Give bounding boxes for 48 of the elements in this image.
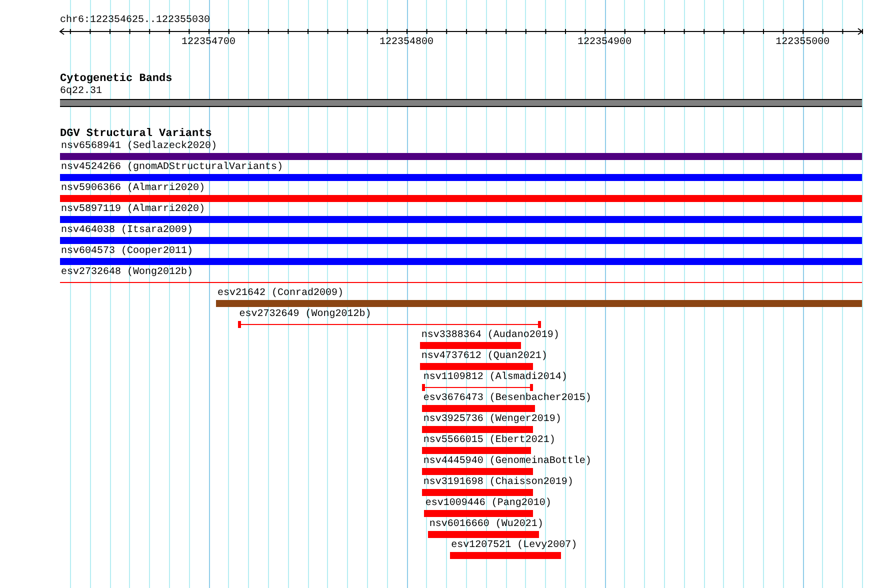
variant-bar[interactable] <box>422 426 533 433</box>
variant-bar[interactable] <box>422 489 533 496</box>
variant-label[interactable]: esv3676473 (Besenbacher2015) <box>423 393 592 405</box>
band-label: 6q22.31 <box>60 86 102 98</box>
tick-label: 122354700 <box>182 37 236 49</box>
variant-bar[interactable] <box>60 237 862 244</box>
tick-label: 122354800 <box>380 37 434 49</box>
variant-bar[interactable] <box>420 342 521 349</box>
variant-label[interactable]: nsv6568941 (Sedlazeck2020) <box>61 141 218 153</box>
variant-label[interactable]: esv2732648 (Wong2012b) <box>61 267 194 279</box>
variant-label[interactable]: nsv3191698 (Chaisson2019) <box>423 477 574 489</box>
variant-line[interactable] <box>60 279 862 286</box>
variant-bar[interactable] <box>422 447 531 454</box>
variant-label[interactable]: nsv604573 (Cooper2011) <box>61 246 194 258</box>
variant-label[interactable]: nsv6016660 (Wu2021) <box>429 519 544 531</box>
variant-line[interactable] <box>422 384 533 391</box>
variant-bar[interactable] <box>424 510 533 517</box>
variant-bar[interactable] <box>422 405 535 412</box>
variant-label[interactable]: nsv5566015 (Ebert2021) <box>423 435 556 447</box>
variant-bar[interactable] <box>420 363 533 370</box>
variant-bar[interactable] <box>422 468 533 475</box>
variant-label[interactable]: esv1009446 (Pang2010) <box>425 498 552 510</box>
track-title: DGV Structural Variants <box>60 128 212 140</box>
variant-bar[interactable] <box>60 258 862 265</box>
variant-label[interactable]: esv1207521 (Levy2007) <box>451 540 578 552</box>
variant-bar[interactable] <box>450 552 561 559</box>
variant-line[interactable] <box>238 321 541 328</box>
variant-bar[interactable] <box>216 300 862 307</box>
variant-label[interactable]: nsv5897119 (Almarri2020) <box>61 204 206 216</box>
location-label: chr6:122354625..122355030 <box>60 15 210 27</box>
tick-label: 122355000 <box>776 37 830 49</box>
variant-bar[interactable] <box>428 531 539 538</box>
variant-label[interactable]: nsv464038 (Itsara2009) <box>61 225 194 237</box>
variant-label[interactable]: nsv4445940 (GenomeinaBottle) <box>423 456 592 468</box>
variant-label[interactable]: nsv3925736 (Wenger2019) <box>423 414 562 426</box>
variant-label[interactable]: esv2732649 (Wong2012b) <box>239 309 372 321</box>
tick-label: 122354900 <box>578 37 632 49</box>
variant-label[interactable]: nsv4737612 (Quan2021) <box>421 351 548 363</box>
variant-bar[interactable] <box>60 195 862 202</box>
variant-bar[interactable] <box>60 174 862 181</box>
variant-label[interactable]: nsv4524266 (gnomADStructuralVariants) <box>61 162 284 174</box>
track-title: Cytogenetic Bands <box>60 73 172 86</box>
variant-bar[interactable] <box>60 153 862 160</box>
variant-label[interactable]: nsv5906366 (Almarri2020) <box>61 183 206 195</box>
variant-label[interactable]: nsv1109812 (Alsmadi2014) <box>423 372 568 384</box>
variant-label[interactable]: nsv3388364 (Audano2019) <box>421 330 560 342</box>
variant-bar[interactable] <box>60 216 862 223</box>
variant-label[interactable]: esv21642 (Conrad2009) <box>217 288 344 300</box>
